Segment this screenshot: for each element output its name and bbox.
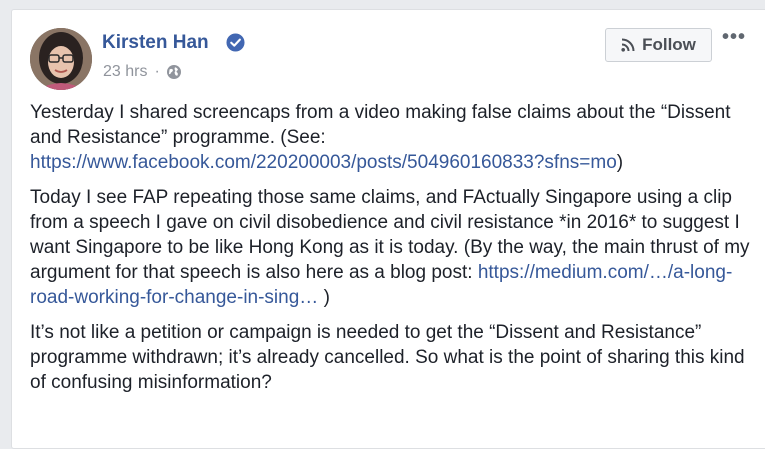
rss-feed-icon bbox=[621, 38, 635, 52]
meta-separator: · bbox=[154, 63, 160, 80]
verified-badge-icon bbox=[226, 33, 245, 52]
more-options-icon[interactable]: ••• bbox=[722, 26, 746, 49]
post-body: Yesterday I shared screencaps from a vid… bbox=[30, 100, 760, 405]
follow-button[interactable]: Follow bbox=[605, 28, 712, 62]
avatar[interactable] bbox=[30, 28, 92, 90]
paragraph-text: ) bbox=[616, 152, 624, 173]
post-paragraph-2: Today I see FAP repeating those same cla… bbox=[30, 185, 760, 310]
post-card: Kirsten Han 23 hrs · Follow ••• Yesterda… bbox=[11, 9, 765, 449]
author-name[interactable]: Kirsten Han bbox=[102, 32, 209, 54]
globe-icon[interactable] bbox=[166, 64, 182, 80]
post-paragraph-3: It’s not like a petition or campaign is … bbox=[30, 322, 745, 393]
post-meta: 23 hrs · bbox=[103, 63, 182, 81]
paragraph-text: ) bbox=[318, 287, 330, 308]
facebook-post-link[interactable]: https://www.facebook.com/220200003/posts… bbox=[30, 152, 617, 173]
follow-label: Follow bbox=[642, 35, 696, 54]
post-paragraph-1: Yesterday I shared screencaps from a vid… bbox=[30, 100, 760, 175]
post-timestamp[interactable]: 23 hrs bbox=[103, 63, 147, 81]
paragraph-text: Yesterday I shared screencaps from a vid… bbox=[30, 102, 731, 148]
